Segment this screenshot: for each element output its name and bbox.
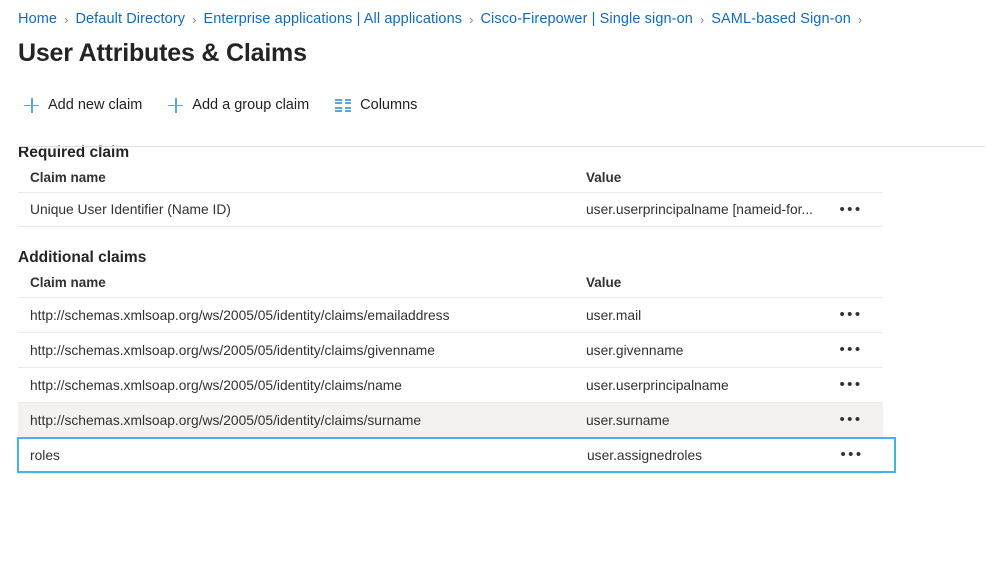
row-context-menu-icon[interactable]: •••	[836, 339, 866, 361]
row-context-menu-icon[interactable]: •••	[836, 409, 866, 431]
additional-claims-table: Claim name Value http://schemas.xmlsoap.…	[17, 267, 896, 474]
required-table-header: Claim name Value	[18, 162, 883, 192]
table-bottom-border	[18, 473, 883, 474]
column-header-value: Value	[586, 274, 622, 290]
claim-value-cell: user.mail	[586, 307, 642, 323]
claim-name-cell: roles	[30, 447, 60, 463]
table-row[interactable]: http://schemas.xmlsoap.org/ws/2005/05/id…	[18, 297, 883, 332]
column-header-claim-name: Claim name	[30, 169, 106, 185]
breadcrumb-separator-icon: ›	[699, 11, 705, 27]
plus-icon	[24, 97, 39, 113]
claim-name-cell: http://schemas.xmlsoap.org/ws/2005/05/id…	[30, 412, 422, 428]
claim-value-cell: user.surname	[586, 412, 670, 428]
claim-name-cell: http://schemas.xmlsoap.org/ws/2005/05/id…	[30, 307, 450, 323]
plus-icon	[168, 97, 184, 113]
additional-table-header: Claim name Value	[18, 267, 883, 297]
row-actions-cell: •••	[836, 199, 882, 221]
row-context-menu-icon[interactable]: •••	[837, 444, 867, 466]
table-row[interactable]: http://schemas.xmlsoap.org/ws/2005/05/id…	[18, 367, 883, 402]
add-new-claim-button[interactable]: Add new claim	[18, 94, 148, 116]
column-header-claim-name: Claim name	[30, 274, 106, 290]
column-header-value: Value	[586, 169, 622, 185]
table-row-selected[interactable]: roles user.assignedroles •••	[17, 437, 896, 473]
claim-value-cell: user.assignedroles	[587, 447, 703, 463]
breadcrumb-separator-icon: ›	[64, 11, 69, 27]
add-new-claim-label: Add new claim	[48, 97, 143, 113]
table-row[interactable]: http://schemas.xmlsoap.org/ws/2005/05/id…	[18, 332, 883, 367]
table-row[interactable]: Unique User Identifier (Name ID) user.us…	[18, 192, 883, 227]
table-row[interactable]: http://schemas.xmlsoap.org/ws/2005/05/id…	[18, 402, 883, 437]
command-bar-divider	[18, 146, 985, 147]
page-title: User Attributes & Claims	[18, 39, 307, 67]
claim-value-cell: user.userprincipalname [nameid-for...	[586, 202, 813, 217]
breadcrumb-item-home[interactable]: Home	[18, 11, 57, 27]
command-bar: Add new claim Add a group claim Columns	[18, 90, 999, 120]
breadcrumb-separator-icon: ›	[192, 11, 197, 27]
row-actions-cell: •••	[836, 304, 882, 326]
additional-claims-section-title: Additional claims	[18, 249, 147, 266]
claim-value-cell: user.userprincipalname	[586, 377, 729, 393]
claim-name-cell: http://schemas.xmlsoap.org/ws/2005/05/id…	[30, 342, 435, 358]
columns-button[interactable]: Columns	[329, 94, 423, 116]
columns-icon	[335, 98, 352, 112]
breadcrumb-item-cisco-firepower[interactable]: Cisco-Firepower | Single sign-on	[480, 11, 692, 27]
breadcrumb-item-enterprise-applications[interactable]: Enterprise applications | All applicatio…	[203, 11, 462, 27]
breadcrumb-separator-icon: ›	[857, 11, 863, 27]
row-context-menu-icon[interactable]: •••	[836, 374, 866, 396]
claim-name-cell: http://schemas.xmlsoap.org/ws/2005/05/id…	[30, 377, 402, 393]
breadcrumb-separator-icon: ›	[469, 11, 474, 27]
add-group-claim-label: Add a group claim	[192, 97, 310, 113]
claim-name-cell: Unique User Identifier (Name ID)	[30, 202, 231, 217]
columns-label: Columns	[360, 97, 418, 113]
required-claims-table: Claim name Value Unique User Identifier …	[18, 162, 883, 227]
row-context-menu-icon[interactable]: •••	[836, 199, 866, 221]
row-actions-cell: •••	[836, 374, 882, 396]
row-context-menu-icon[interactable]: •••	[836, 304, 866, 326]
breadcrumb-item-saml-based-sign-on[interactable]: SAML-based Sign-on	[711, 11, 851, 27]
claim-value-cell: user.givenname	[586, 342, 684, 358]
add-group-claim-button[interactable]: Add a group claim	[162, 94, 315, 116]
breadcrumb: Home › Default Directory › Enterprise ap…	[0, 0, 999, 30]
row-actions-cell: •••	[836, 339, 882, 361]
breadcrumb-item-default-directory[interactable]: Default Directory	[75, 11, 185, 27]
row-actions-cell: •••	[837, 444, 883, 466]
row-actions-cell: •••	[836, 409, 882, 431]
